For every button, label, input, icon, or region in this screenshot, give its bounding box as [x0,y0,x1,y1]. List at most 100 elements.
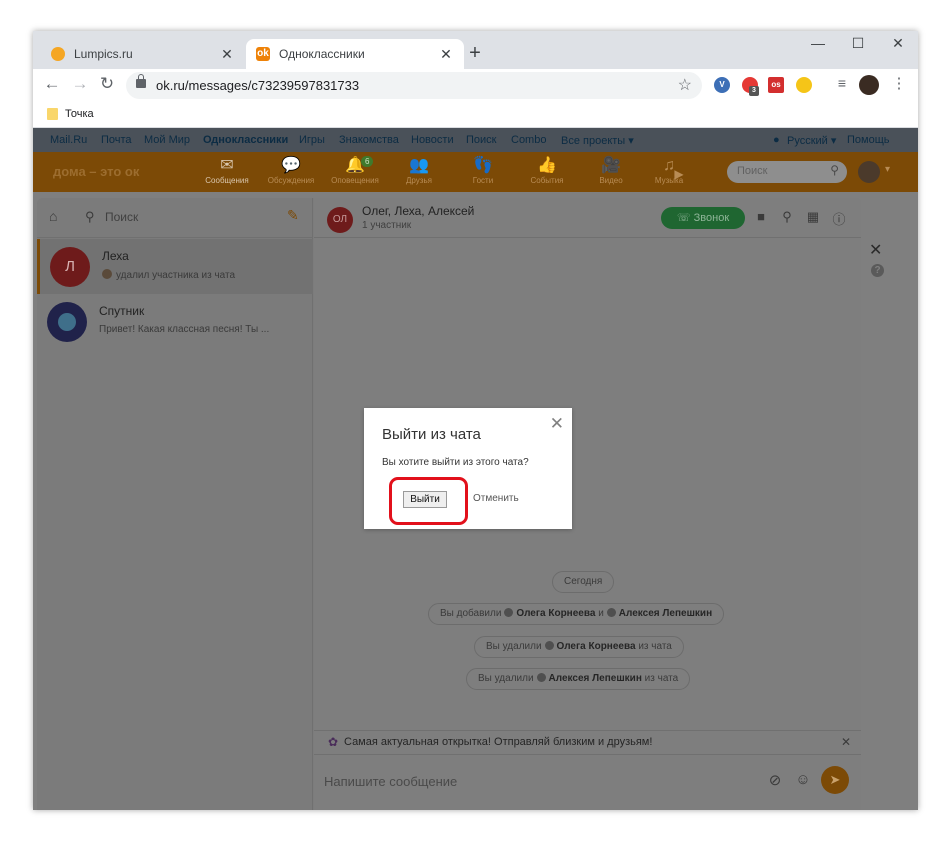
tab-strip: Lumpics.ru ✕ ok Одноклассники ✕ + — ☐ ✕ [33,31,918,69]
info-icon[interactable]: ⓘ [830,209,848,228]
group-avatar[interactable]: ОЛ [327,207,353,233]
ok-navigation: дома – это ок ✉ Сообщения 💬 Обсуждения 🔔… [33,152,918,192]
participants-count: 1 участник [362,220,412,231]
url-text: ok.ru/messages/c73239597831733 [156,78,360,93]
search-icon[interactable]: ⚲ [778,209,796,225]
menu-dots-icon[interactable]: ⋮ [888,74,910,92]
tab-close-icon[interactable]: ✕ [219,46,235,63]
portal-link[interactable]: Одноклассники [203,134,288,146]
message-composer: Напишите сообщение ⊘ ☺ ➤ [314,754,861,810]
bookmarks-bar: Точка [33,101,918,128]
tab-close-icon[interactable]: ✕ [438,46,454,63]
profile-avatar[interactable] [859,75,879,95]
window-close-button[interactable]: ✕ [878,35,918,52]
browser-toolbar: ← → ↻ ok.ru/messages/c73239597831733 ☆ V… [33,69,918,101]
video-call-icon[interactable]: ■ [752,209,770,224]
address-bar[interactable]: ok.ru/messages/c73239597831733 ☆ [126,72,702,99]
reload-icon[interactable]: ↻ [96,74,118,94]
extension-vpn-icon[interactable]: V [714,77,730,93]
portal-link[interactable]: Mail.Ru [50,134,87,146]
nav-video[interactable]: 🎥 Видео [581,156,641,185]
play-icon[interactable]: ▶ [669,164,689,184]
media-controls-icon[interactable]: ≡ [831,75,853,91]
bookmark-star-icon[interactable]: ☆ [678,75,692,95]
attach-icon[interactable]: ⊘ [765,771,785,789]
date-separator: Сегодня [552,571,615,593]
tab-odnoklassniki[interactable]: ok Одноклассники ✕ [246,39,464,69]
ok-search-input[interactable]: Поиск ⚲ [727,161,847,183]
highlight-frame [389,477,468,525]
nav-events[interactable]: 👍 События [517,156,577,185]
conversation-title[interactable]: Олег, Леха, Алексей [362,204,474,218]
globe-icon: ● [773,134,780,146]
help-link[interactable]: Помощь [847,134,890,146]
nav-guests[interactable]: 👣 Гости [453,156,513,185]
back-arrow-icon[interactable]: ← [41,74,63,94]
message-input[interactable]: Напишите сообщение [324,774,457,789]
extension-os-icon[interactable]: os [768,77,784,93]
portal-link-all-projects[interactable]: Все проекты ▾ [561,134,634,147]
promo-close-icon[interactable]: ✕ [841,735,851,749]
dialog-text: Вы хотите выйти из этого чата? [382,457,529,468]
folder-icon [47,108,58,120]
lumpics-favicon-icon [51,47,65,61]
maximize-button[interactable]: ☐ [838,35,878,52]
minimize-button[interactable]: — [798,35,838,51]
chevron-down-icon[interactable]: ▾ [885,164,890,175]
nav-discussions[interactable]: 💬 Обсуждения [261,156,321,185]
user-avatar[interactable] [858,161,880,183]
portal-link[interactable]: Игры [299,134,325,146]
close-messenger-icon[interactable]: ✕ [869,240,882,260]
nav-notifications[interactable]: 🔔 Оповещения 6 [325,156,385,185]
emoji-icon[interactable]: ☺ [793,771,813,788]
friends-icon: 👥 [409,157,429,174]
tab-lumpics[interactable]: Lumpics.ru ✕ [41,39,245,69]
postcard-icon: ✿ [328,735,339,749]
forward-arrow-icon[interactable]: → [69,74,91,94]
chat-name: Леха [102,249,129,263]
system-message: Вы удалили Олега Корнеева из чата [474,636,684,658]
nav-friends[interactable]: 👥 Друзья [389,156,449,185]
chat-preview: удалил участника из чата [102,269,235,281]
bookmark-tochka[interactable]: Точка [65,108,94,120]
promo-banner[interactable]: ✿ Самая актуальная открытка! Отправляй б… [314,730,861,754]
system-message: Вы добавили Олега Корнеева и Алексея Лепеш… [428,603,725,625]
video-camera-icon: 🎥 [601,157,621,174]
portal-link[interactable]: Почта [101,134,132,146]
portal-link[interactable]: Новости [411,134,454,146]
nav-messages[interactable]: ✉ Сообщения [197,156,257,185]
help-icon[interactable]: ? [871,264,884,277]
chat-preview: Привет! Какая классная песня! Ты ... [99,324,270,335]
portal-link[interactable]: Поиск [466,134,496,146]
mini-avatar [102,269,112,279]
system-message: Вы удалили Алексея Лепешкин из чата [466,668,691,690]
compose-icon[interactable]: ✎ [287,207,299,224]
home-icon[interactable]: ⌂ [49,208,57,224]
chat-list-panel: ⌂ ⚲ Поиск ✎ Л Леха удалил участника из ч… [37,198,313,810]
send-button[interactable]: ➤ [821,766,849,794]
portal-link[interactable]: Знакомства [339,134,399,146]
call-button[interactable]: ☏ Звонок [661,207,745,229]
conversation-header: ОЛ Олег, Леха, Алексей 1 участник ☏ Звон… [314,198,861,238]
cancel-button[interactable]: Отменить [473,493,519,504]
portal-link[interactable]: Мой Мир [144,134,190,146]
dialog-close-icon[interactable]: ✕ [550,414,564,434]
extension-shield-icon[interactable] [796,77,812,93]
dialog-title: Выйти из чата [382,426,481,443]
browser-window: Lumpics.ru ✕ ok Одноклассники ✕ + — ☐ ✕ … [33,31,918,810]
like-icon: 👍 [537,157,557,174]
chat-item-sputnik[interactable]: Спутник Привет! Какая классная песня! Ты… [37,294,313,349]
language-select[interactable]: Русский ▾ [787,134,836,147]
footprints-icon: 👣 [473,157,493,174]
search-icon: ⚲ [830,163,839,177]
chat-item-lekha[interactable]: Л Леха удалил участника из чата [37,239,313,294]
chat-search-input[interactable]: Поиск [105,210,138,224]
participants-icon[interactable]: ▦ [804,209,822,225]
portal-link[interactable]: Combo [511,134,546,146]
tab-title: Одноклассники [279,47,365,61]
avatar [47,302,87,342]
ok-logo[interactable]: дома – это ок [53,164,139,179]
avatar: Л [50,247,90,287]
extension-badge: 3 [749,86,759,96]
new-tab-button[interactable]: + [463,42,487,65]
